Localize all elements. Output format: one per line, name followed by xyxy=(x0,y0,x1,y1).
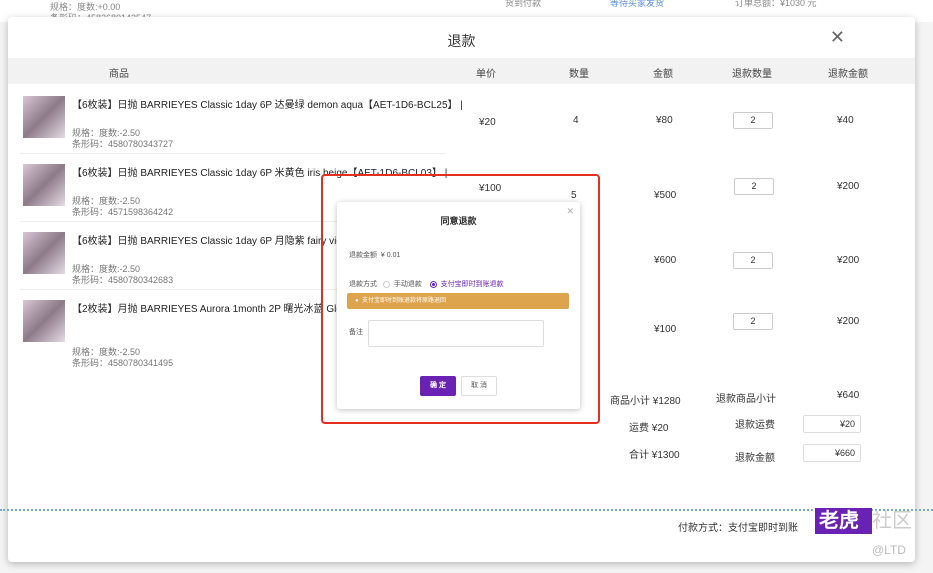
refund-amount: ¥40 xyxy=(837,115,854,126)
radio-manual[interactable]: 手动退款 xyxy=(382,280,422,288)
cancel-button[interactable]: 取 消 xyxy=(461,376,497,396)
note-label: 备注 xyxy=(349,329,363,336)
note-textarea[interactable] xyxy=(368,320,544,347)
radio-alipay[interactable]: 支付宝即时到账退款 xyxy=(429,280,504,288)
product-barcode: 条形码：4571598364242 xyxy=(72,207,174,217)
amount: ¥80 xyxy=(656,115,673,126)
product-image xyxy=(23,164,65,206)
refund-subtotal: ¥640 xyxy=(837,390,860,401)
radio-icon xyxy=(382,280,390,288)
info-icon: ● xyxy=(355,298,359,304)
payment-method-value: 支付宝即时到账 xyxy=(728,523,798,534)
refund-method-row: 退款方式 手动退款 支付宝即时到账退款 xyxy=(349,279,504,289)
refund-amount: ¥200 xyxy=(837,316,860,327)
amount: ¥500 xyxy=(654,190,677,201)
quantity: 4 xyxy=(573,115,579,126)
refund-amount-label: 退款金额 xyxy=(349,252,377,259)
header-qty: 数量 xyxy=(569,69,589,80)
warning-banner: ● 支付宝即时到账退款将原路退回 xyxy=(347,293,569,309)
close-icon[interactable]: ✕ xyxy=(830,27,845,48)
header-amount: 金额 xyxy=(653,69,673,80)
order-total: 合计 ¥1300 xyxy=(629,450,680,461)
product-image xyxy=(23,232,65,274)
table-header: 商品 单价 数量 金额 退款数量 退款金额 xyxy=(8,58,915,84)
watermark-sub: @LTD xyxy=(872,543,906,557)
radio-alipay-label: 支付宝即时到账退款 xyxy=(440,281,504,288)
refund-qty-input[interactable]: 2 xyxy=(733,112,773,129)
product-image xyxy=(23,300,65,342)
payment-method-label: 付款方式： xyxy=(678,523,728,534)
refund-amount-row: 退款金额 ¥ 0.01 xyxy=(349,250,400,260)
header-product: 商品 xyxy=(109,69,129,80)
amount: ¥600 xyxy=(654,255,677,266)
product-barcode: 条形码：4580780342683 xyxy=(72,275,174,285)
product-barcode: 条形码：4580780341495 xyxy=(72,358,174,368)
confirm-button[interactable]: 确 定 xyxy=(420,376,456,396)
goods-subtotal: 商品小计 ¥1280 xyxy=(610,396,681,407)
refund-shipping-label: 退款运费 xyxy=(735,420,775,431)
header-refund-amount: 退款金额 xyxy=(828,69,868,80)
table-row: 【6枚装】日抛 BARRIEYES Classic 1day 6P 达曼绿 de… xyxy=(20,88,463,154)
product-barcode: 条形码：4580780343727 xyxy=(72,139,174,149)
refund-method-label: 退款方式 xyxy=(349,281,377,288)
shipping-fee: 运费 ¥20 xyxy=(629,423,669,434)
modal-title: 退款 xyxy=(447,33,476,49)
close-icon[interactable]: ✕ xyxy=(566,206,574,217)
refund-shipping-input[interactable]: ¥20 xyxy=(803,415,861,433)
agree-refund-dialog: 同意退款 ✕ 退款金额 ¥ 0.01 退款方式 手动退款 支付宝即时到账退款 ●… xyxy=(337,202,580,409)
warning-text: 支付宝即时到账退款将原路退回 xyxy=(361,298,446,304)
divider xyxy=(0,509,933,511)
watermark-logo-tail: 社区 xyxy=(872,510,912,532)
refund-subtotal-label: 退款商品小计 xyxy=(716,394,776,405)
unit-price: ¥20 xyxy=(479,117,496,128)
product-name: 【6枚装】日抛 BARRIEYES Classic 1day 6P 达曼绿 de… xyxy=(72,100,463,111)
product-image xyxy=(23,96,65,138)
refund-amount-label: 退款金额 xyxy=(735,453,775,464)
bg-total: 订单总额：¥1030 元 xyxy=(735,0,817,8)
bg-status: 等待买家发货 xyxy=(610,0,665,8)
refund-qty-input[interactable]: 2 xyxy=(733,252,773,269)
bg-payment: 货到付款 xyxy=(505,0,542,8)
refund-amount-input[interactable]: ¥660 xyxy=(803,444,861,462)
refund-amount: ¥200 xyxy=(837,255,860,266)
amount: ¥100 xyxy=(654,324,677,335)
dialog-title: 同意退款 xyxy=(440,216,477,226)
radio-manual-label: 手动退款 xyxy=(393,281,422,288)
watermark-logo: 老虎 xyxy=(815,508,872,534)
refund-amount: ¥200 xyxy=(837,181,860,192)
radio-selected-icon xyxy=(429,280,437,288)
refund-qty-input[interactable]: 2 xyxy=(734,178,774,195)
refund-amount-value: ¥ 0.01 xyxy=(380,252,401,259)
header-price: 单价 xyxy=(476,69,496,80)
refund-qty-input[interactable]: 2 xyxy=(733,313,773,330)
header-refund-qty: 退款数量 xyxy=(732,69,772,80)
